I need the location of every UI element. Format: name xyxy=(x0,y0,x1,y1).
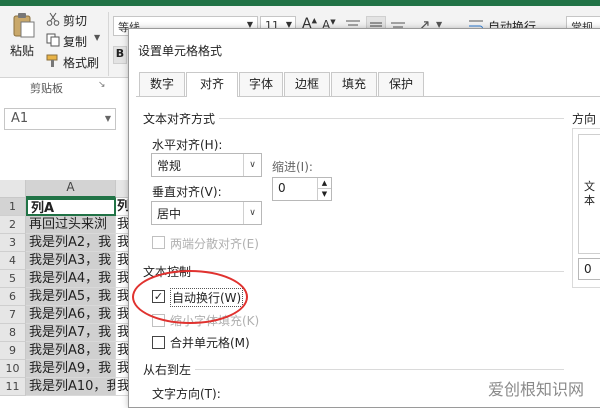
spin-up-icon[interactable]: ▲ xyxy=(317,178,331,189)
vertical-align-select[interactable]: 居中 ∨ xyxy=(151,201,262,225)
tab-alignment[interactable]: 对齐 xyxy=(186,72,238,97)
paste-button[interactable]: 粘贴 xyxy=(10,42,34,59)
row-header[interactable]: 7 xyxy=(0,306,26,324)
cell-a[interactable]: 我是列A5，我 xyxy=(26,288,116,306)
cell-a[interactable]: 再回过头来浏 xyxy=(26,216,116,234)
select-all-corner[interactable] xyxy=(0,180,26,198)
row-header[interactable]: 6 xyxy=(0,288,26,306)
merge-cells-label: 合并单元格(M) xyxy=(170,336,250,350)
cell-a[interactable]: 我是列A3，我 xyxy=(26,252,116,270)
rtl-group-title: 从右到左 xyxy=(143,361,196,378)
cell-a[interactable]: 列A xyxy=(26,198,116,216)
text-alignment-group-title: 文本对齐方式 xyxy=(143,110,220,127)
orientation-degrees-input[interactable]: 0 xyxy=(578,258,600,280)
row-header[interactable]: 1 xyxy=(0,198,26,216)
cell-a[interactable]: 我是列A9，我 xyxy=(26,360,116,378)
paste-icon[interactable] xyxy=(12,12,36,38)
copy-icon xyxy=(46,33,60,47)
cell-a[interactable]: 我是列A10，我 xyxy=(26,378,116,396)
spin-down-icon[interactable]: ▼ xyxy=(317,189,331,200)
vertical-align-value: 居中 xyxy=(157,207,182,221)
tab-fill[interactable]: 填充 xyxy=(331,72,377,96)
tab-number[interactable]: 数字 xyxy=(139,72,185,96)
horizontal-align-value: 常规 xyxy=(157,159,182,173)
tab-border[interactable]: 边框 xyxy=(284,72,330,96)
row-header[interactable]: 8 xyxy=(0,324,26,342)
tab-protection[interactable]: 保护 xyxy=(378,72,424,96)
highlight-circle xyxy=(132,270,248,324)
chevron-down-icon: ∨ xyxy=(243,154,261,176)
row-header[interactable]: 5 xyxy=(0,270,26,288)
chevron-down-icon: ∨ xyxy=(243,202,261,224)
name-box[interactable]: A1 ▼ xyxy=(4,108,116,130)
copy-button[interactable]: 复制 xyxy=(63,33,87,50)
merge-cells-checkbox[interactable] xyxy=(152,336,165,349)
bold-button[interactable]: B xyxy=(113,46,127,64)
indent-label: 缩进(I): xyxy=(272,160,313,174)
column-header-a[interactable]: A xyxy=(26,180,116,198)
row-header[interactable]: 11 xyxy=(0,378,26,396)
ribbon-separator xyxy=(108,12,109,76)
format-painter-icon xyxy=(46,54,60,68)
text-direction-label: 文字方向(T): xyxy=(152,387,221,401)
scissors-icon xyxy=(46,12,60,26)
vertical-align-label: 垂直对齐(V): xyxy=(152,185,222,199)
watermark: 爱创根知识网 xyxy=(488,380,585,399)
orientation-text: 文本 xyxy=(584,180,595,207)
cut-button[interactable]: 剪切 xyxy=(63,12,87,29)
group-divider xyxy=(146,369,564,370)
indent-value: 0 xyxy=(278,181,286,195)
distributed-checkbox[interactable] xyxy=(152,236,165,249)
chevron-down-icon[interactable]: ▼ xyxy=(94,33,100,42)
row-header[interactable]: 4 xyxy=(0,252,26,270)
row-header[interactable]: 9 xyxy=(0,342,26,360)
cell-a[interactable]: 我是列A8，我 xyxy=(26,342,116,360)
cell-a[interactable]: 我是列A4，我 xyxy=(26,270,116,288)
row-header[interactable]: 10 xyxy=(0,360,26,378)
distributed-label: 两端分散对齐(E) xyxy=(170,237,259,251)
format-painter-button[interactable]: 格式刷 xyxy=(63,54,99,71)
cell-a[interactable]: 我是列A6，我 xyxy=(26,306,116,324)
cell-a[interactable]: 我是列A2，我 xyxy=(26,234,116,252)
dialog-launcher-icon[interactable]: ↘ xyxy=(98,80,106,90)
chevron-down-icon: ▼ xyxy=(104,114,111,123)
horizontal-align-select[interactable]: 常规 ∨ xyxy=(151,153,262,177)
clipboard-group-label: 剪贴板 xyxy=(30,82,63,95)
row-header[interactable]: 3 xyxy=(0,234,26,252)
indent-spinner[interactable]: 0 ▲ ▼ xyxy=(272,177,332,201)
orientation-degrees-value: 0 xyxy=(584,262,592,276)
dialog-title: 设置单元格格式 xyxy=(138,44,223,58)
cell-a[interactable]: 我是列A7，我 xyxy=(26,324,116,342)
name-box-value: A1 xyxy=(11,111,29,126)
row-header[interactable]: 2 xyxy=(0,216,26,234)
tab-font[interactable]: 字体 xyxy=(239,72,283,96)
horizontal-align-label: 水平对齐(H): xyxy=(152,138,223,152)
orientation-group-title: 方向 xyxy=(572,110,600,127)
